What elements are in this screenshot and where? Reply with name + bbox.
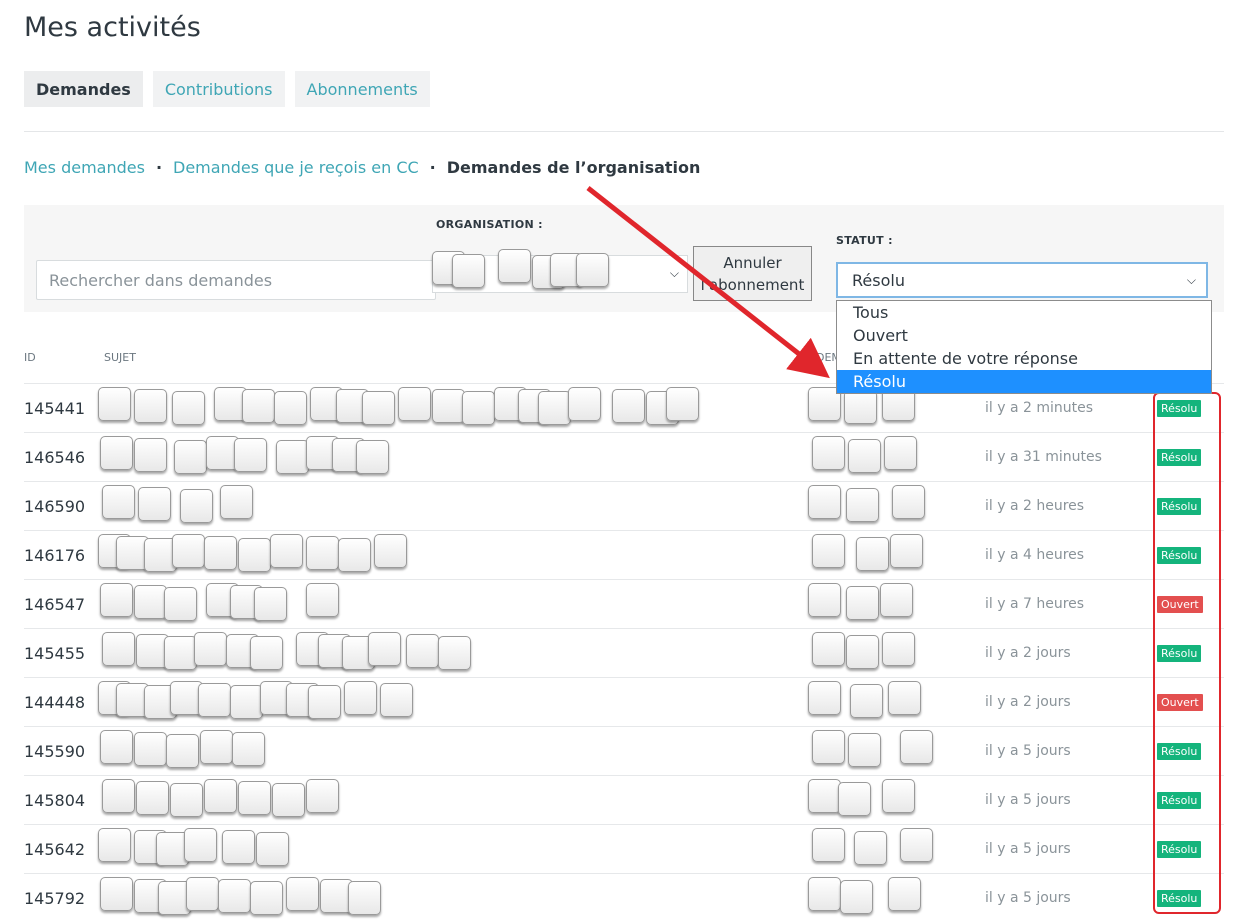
table-row[interactable]: 145455 il y a 2 jours Résolu: [24, 628, 1224, 678]
updated-date: il y a 2 jours: [985, 694, 1071, 710]
table-row[interactable]: 145792 il y a 5 jours Résolu: [24, 873, 1224, 923]
statut-label: STATUT :: [836, 234, 893, 247]
updated-date: il y a 5 jours: [985, 890, 1071, 906]
status-option-resolu[interactable]: Résolu: [837, 370, 1211, 393]
status-badge: Résolu: [1157, 449, 1202, 466]
status-badge: Résolu: [1157, 841, 1202, 858]
chevron-down-icon: ⌵: [1186, 273, 1196, 287]
request-id: 145642: [24, 840, 86, 859]
status-option-en-attente[interactable]: En attente de votre réponse: [837, 347, 1211, 370]
filter-panel: ORGANISATION : ⌵ Annuler l'abonnement ST…: [24, 205, 1224, 312]
status-badge: Résolu: [1157, 400, 1202, 417]
request-id: 146176: [24, 546, 86, 565]
status-badge: Résolu: [1157, 547, 1202, 564]
request-id: 145441: [24, 399, 86, 418]
updated-date: il y a 5 jours: [985, 792, 1071, 808]
subnav-separator: ·: [155, 158, 163, 177]
status-badge: Résolu: [1157, 743, 1202, 760]
subnav-separator: ·: [429, 158, 436, 177]
subnav-mes-demandes[interactable]: Mes demandes: [24, 158, 145, 177]
table-row[interactable]: 146176 il y a 4 heures Résolu: [24, 530, 1224, 580]
status-badge: Résolu: [1157, 645, 1202, 662]
updated-date: il y a 7 heures: [985, 596, 1085, 612]
status-select-value: Résolu: [852, 270, 905, 290]
column-header-subject: SUJET: [104, 351, 136, 364]
table-row[interactable]: 146590 il y a 2 heures Résolu: [24, 481, 1224, 531]
tab-demandes[interactable]: Demandes: [24, 71, 143, 107]
request-id: 146590: [24, 497, 86, 516]
updated-date: il y a 2 minutes: [985, 400, 1094, 416]
divider: [24, 131, 1224, 132]
search-input[interactable]: [36, 260, 436, 300]
tab-contributions[interactable]: Contributions: [152, 71, 285, 107]
status-option-ouvert[interactable]: Ouvert: [837, 324, 1211, 347]
organisation-label: ORGANISATION :: [436, 218, 543, 231]
table-row[interactable]: 145642 il y a 5 jours Résolu: [24, 824, 1224, 874]
status-badge: Ouvert: [1157, 596, 1203, 613]
status-select[interactable]: Résolu ⌵: [836, 262, 1208, 298]
updated-date: il y a 5 jours: [985, 841, 1071, 857]
chevron-down-icon: ⌵: [669, 266, 679, 280]
table-row[interactable]: 144448 il y a 2 jours Ouvert: [24, 677, 1224, 727]
status-badge: Résolu: [1157, 498, 1202, 515]
status-option-tous[interactable]: Tous: [837, 301, 1211, 324]
request-id: 146547: [24, 595, 86, 614]
cancel-subscription-button[interactable]: Annuler l'abonnement: [693, 246, 812, 301]
page-title: Mes activités: [24, 12, 201, 43]
updated-date: il y a 2 heures: [985, 498, 1085, 514]
request-id: 145455: [24, 644, 86, 663]
status-badge: Résolu: [1157, 890, 1202, 907]
updated-date: il y a 4 heures: [985, 547, 1085, 563]
request-id: 145590: [24, 742, 86, 761]
activity-tabs: Demandes Contributions Abonnements: [24, 71, 430, 107]
request-id: 145804: [24, 791, 86, 810]
subnav-demandes-cc[interactable]: Demandes que je reçois en CC: [173, 158, 419, 177]
status-dropdown: Tous Ouvert En attente de votre réponse …: [836, 300, 1212, 394]
table-row[interactable]: 146546 il y a 31 minutes Résolu: [24, 432, 1224, 482]
request-id: 144448: [24, 693, 86, 712]
table-row[interactable]: 145804 il y a 5 jours Résolu: [24, 775, 1224, 825]
requests-subnav: Mes demandes · Demandes que je reçois en…: [24, 158, 700, 177]
updated-date: il y a 5 jours: [985, 743, 1071, 759]
column-header-id: ID: [24, 351, 36, 364]
updated-date: il y a 31 minutes: [985, 449, 1102, 465]
table-row[interactable]: 146547 il y a 7 heures Ouvert: [24, 579, 1224, 629]
status-badge: Ouvert: [1157, 694, 1203, 711]
updated-date: il y a 2 jours: [985, 645, 1071, 661]
tab-abonnements[interactable]: Abonnements: [294, 71, 430, 107]
request-id: 146546: [24, 448, 86, 467]
status-badge: Résolu: [1157, 792, 1202, 809]
request-id: 145792: [24, 889, 86, 908]
table-row[interactable]: 145590 il y a 5 jours Résolu: [24, 726, 1224, 776]
subnav-demandes-organisation[interactable]: Demandes de l’organisation: [447, 158, 701, 177]
